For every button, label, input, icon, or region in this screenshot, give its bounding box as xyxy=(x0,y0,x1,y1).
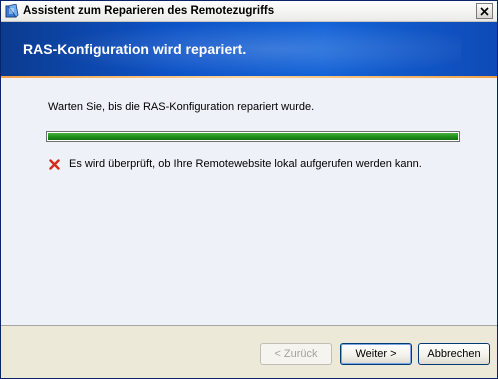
header-title: RAS-Konfiguration wird repariert. xyxy=(23,41,247,57)
check-item-text: Es wird überprüft, ob Ihre Remotewebsite… xyxy=(69,158,422,170)
progress-bar xyxy=(46,131,460,142)
wizard-header: RAS-Konfiguration wird repariert. xyxy=(1,22,497,76)
wizard-footer: < Zurück Weiter > Abbrechen xyxy=(1,326,497,378)
close-icon xyxy=(480,6,489,16)
back-button[interactable]: < Zurück xyxy=(260,343,332,365)
close-button[interactable] xyxy=(476,3,493,19)
title-bar[interactable]: Assistent zum Reparieren des Remotezugri… xyxy=(1,1,497,22)
check-item: Es wird überprüft, ob Ihre Remotewebsite… xyxy=(49,158,422,170)
wizard-app-icon xyxy=(5,4,19,18)
error-x-icon xyxy=(49,158,60,170)
progress-bar-fill xyxy=(48,133,458,140)
wizard-content: Warten Sie, bis die RAS-Konfiguration re… xyxy=(1,78,497,325)
next-button[interactable]: Weiter > xyxy=(340,343,412,365)
window-title: Assistent zum Reparieren des Remotezugri… xyxy=(23,5,275,17)
status-text: Warten Sie, bis die RAS-Konfiguration re… xyxy=(48,101,315,113)
wizard-window: Assistent zum Reparieren des Remotezugri… xyxy=(0,0,498,379)
cancel-button[interactable]: Abbrechen xyxy=(418,343,490,365)
